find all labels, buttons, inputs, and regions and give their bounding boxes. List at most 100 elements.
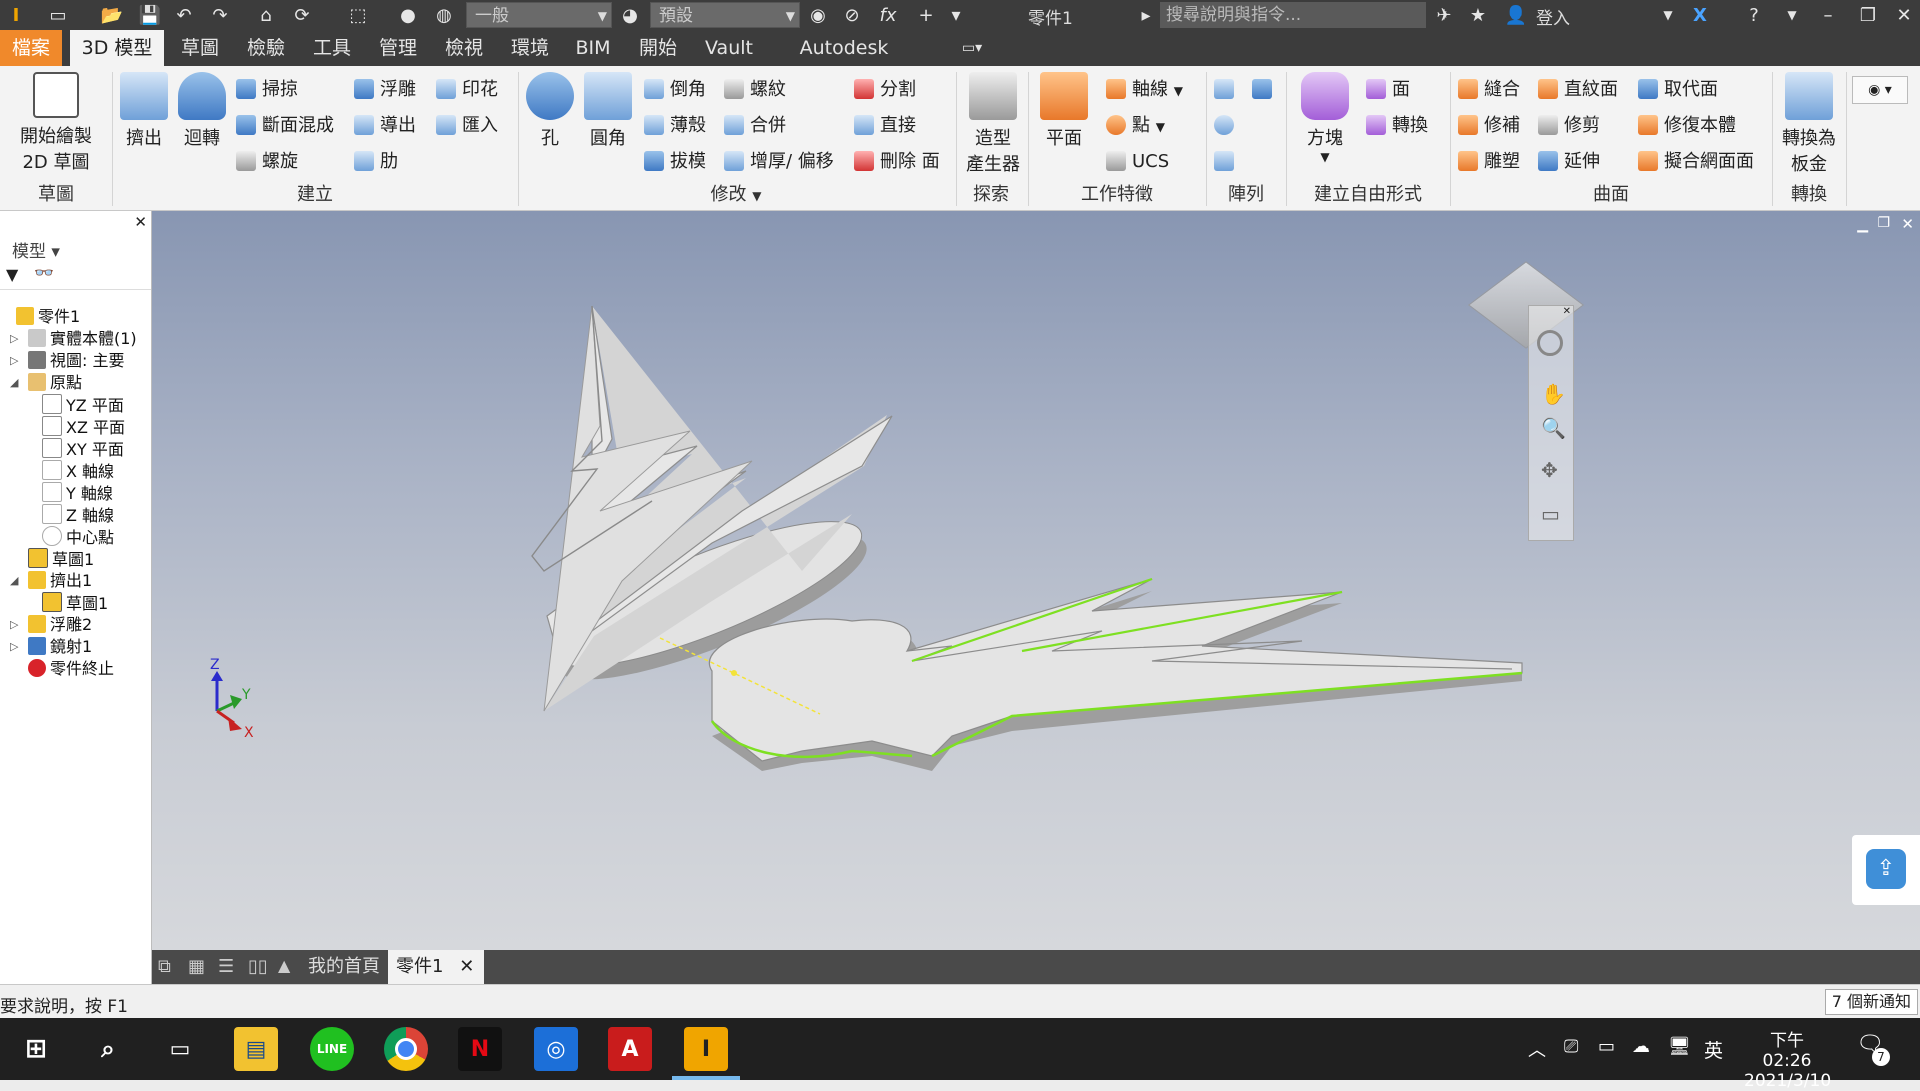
expand-arrow-icon[interactable]: ▷: [10, 618, 18, 631]
repair-bodies-button[interactable]: 修復本體: [1638, 112, 1736, 140]
sweep-button[interactable]: 掃掠: [236, 76, 298, 104]
thread-button[interactable]: 螺紋: [724, 76, 786, 104]
restore-icon[interactable]: ❐: [1856, 3, 1880, 27]
tile-horizontal-icon[interactable]: ☰: [218, 956, 234, 977]
update-icon[interactable]: ⟳: [290, 3, 314, 27]
sketch-pattern-button[interactable]: [1214, 148, 1240, 176]
start-2d-sketch-button[interactable]: 開始繪製 2D 草圖: [10, 72, 102, 174]
plane-button[interactable]: 平面: [1034, 72, 1094, 150]
inventor-logo-icon[interactable]: I: [4, 3, 28, 27]
clear-appearance-icon[interactable]: ⊘: [840, 3, 864, 27]
user-icon[interactable]: 👤: [1504, 3, 1528, 27]
appearance-color-icon[interactable]: ◕: [618, 3, 642, 27]
pan-hand-icon[interactable]: ✋: [1541, 382, 1566, 406]
meet-now-icon[interactable]: ⎚: [1564, 1036, 1578, 1057]
search-icon[interactable]: ⌕: [86, 1027, 130, 1071]
search-input[interactable]: 搜尋說明與指令...: [1160, 2, 1426, 28]
tree-item-y-axis[interactable]: Y 軸線: [42, 482, 113, 504]
show-hidden-icons-icon[interactable]: ︿: [1528, 1036, 1546, 1062]
split-button[interactable]: 分割: [854, 76, 916, 104]
stitch-button[interactable]: 縫合: [1458, 76, 1520, 104]
viewport-minimize-icon[interactable]: ▁: [1857, 217, 1868, 233]
style-combo[interactable]: 一般 ▼: [466, 2, 612, 28]
tab-a360[interactable]: Autodesk A360: [776, 30, 912, 95]
fx-parameters-icon[interactable]: fx: [876, 3, 900, 27]
notifications-badge[interactable]: 7 個新通知: [1824, 989, 1918, 1015]
undo-icon[interactable]: ↶: [172, 3, 196, 27]
combine-button[interactable]: 合併: [724, 112, 786, 140]
tree-item-x-axis[interactable]: X 軸線: [42, 460, 114, 482]
tree-item-solid-bodies[interactable]: 實體本體(1): [28, 328, 137, 350]
plus-icon[interactable]: +: [914, 3, 938, 27]
axis-button[interactable]: 軸線 ▼: [1106, 76, 1183, 104]
thicken-offset-button[interactable]: 增厚/ 偏移: [724, 148, 834, 176]
appearance-combo[interactable]: 預設 ▼: [650, 2, 800, 28]
tab-get-started[interactable]: 開始: [628, 30, 688, 66]
tab-bim[interactable]: BIM: [566, 30, 620, 66]
chamfer-button[interactable]: 倒角: [644, 76, 706, 104]
look-at-icon[interactable]: ▭: [1541, 502, 1560, 526]
save-icon[interactable]: 💾: [138, 3, 162, 27]
circular-pattern-button[interactable]: [1214, 112, 1240, 140]
expand-arrow-icon[interactable]: ▷: [10, 354, 18, 367]
tab-file[interactable]: 檔案: [0, 30, 62, 66]
tile-windows-icon[interactable]: ▦: [188, 956, 205, 977]
revolve-button[interactable]: 迴轉: [174, 72, 230, 150]
tab-tools[interactable]: 工具: [302, 30, 362, 66]
netflix-icon[interactable]: N: [458, 1027, 502, 1071]
tree-item-view[interactable]: 視圖: 主要: [28, 350, 124, 372]
tab-view[interactable]: 檢視: [434, 30, 494, 66]
import-button[interactable]: 匯入: [436, 112, 498, 140]
search-arrow-icon[interactable]: ▸: [1134, 3, 1158, 27]
camera-app-icon[interactable]: ◎: [534, 1027, 578, 1071]
windows-start-icon[interactable]: ⊞: [14, 1027, 58, 1071]
material-globe-icon[interactable]: ◍: [432, 3, 456, 27]
tab-close-icon[interactable]: ✕: [459, 956, 474, 977]
expand-arrow-icon[interactable]: ▷: [10, 332, 18, 345]
tab-part1[interactable]: 零件1 ✕: [388, 950, 484, 984]
ucs-button[interactable]: UCS: [1106, 148, 1169, 176]
collapse-arrow-icon[interactable]: ◢: [10, 574, 18, 587]
tree-item-center-point[interactable]: 中心點: [42, 526, 114, 548]
rectangular-pattern-button[interactable]: [1214, 76, 1240, 104]
loft-button[interactable]: 斷面混成: [236, 112, 334, 140]
tree-item-sketch1[interactable]: 草圖1: [28, 548, 94, 570]
login-dropdown-icon[interactable]: ▼: [1656, 3, 1680, 27]
onedrive-icon[interactable]: ☁: [1632, 1036, 1650, 1057]
doc-list-arrow-icon[interactable]: ▲: [278, 956, 290, 975]
home-icon[interactable]: ⌂: [254, 3, 278, 27]
tab-3d-model[interactable]: 3D 模型: [70, 30, 164, 66]
help-dropdown-icon[interactable]: ▼: [1780, 3, 1804, 27]
favorites-star-icon[interactable]: ★: [1466, 3, 1490, 27]
navbar-close-icon[interactable]: ✕: [1563, 306, 1571, 317]
tab-manage[interactable]: 管理: [368, 30, 428, 66]
tree-item-xy-plane[interactable]: XY 平面: [42, 438, 124, 460]
shell-button[interactable]: 薄殼: [644, 112, 706, 140]
trim-button[interactable]: 修剪: [1538, 112, 1600, 140]
select-icon[interactable]: ⬚: [346, 3, 370, 27]
direct-edit-button[interactable]: 直接: [854, 112, 916, 140]
steering-wheel-icon[interactable]: [1537, 330, 1563, 356]
mirror-button[interactable]: [1252, 76, 1278, 104]
tab-sketch[interactable]: 草圖: [170, 30, 230, 66]
orbit-icon[interactable]: ✥: [1541, 458, 1558, 482]
point-button[interactable]: 點 ▼: [1106, 112, 1165, 140]
line-app-icon[interactable]: LINE: [310, 1027, 354, 1071]
satellite-icon[interactable]: ✈: [1432, 3, 1456, 27]
cascade-windows-icon[interactable]: ⧉: [158, 956, 171, 977]
help-icon[interactable]: ?: [1742, 3, 1766, 27]
tree-item-emboss2[interactable]: 浮雕2: [28, 614, 92, 636]
network-icon[interactable]: 🖥: [1668, 1036, 1691, 1057]
autocad-icon[interactable]: A: [608, 1027, 652, 1071]
patch-button[interactable]: 修補: [1458, 112, 1520, 140]
coil-button[interactable]: 螺旋: [236, 148, 298, 176]
ribbon-options-dropdown[interactable]: ◉ ▾: [1852, 76, 1908, 104]
tab-inspect[interactable]: 檢驗: [236, 30, 296, 66]
ruled-surface-button[interactable]: 直紋面: [1538, 76, 1618, 104]
share-button[interactable]: ⇪: [1852, 835, 1920, 905]
delete-face-button[interactable]: 刪除 面: [854, 148, 940, 176]
extrude-button[interactable]: 擠出: [116, 72, 172, 150]
tree-item-yz-plane[interactable]: YZ 平面: [42, 394, 124, 416]
adjust-appearance-icon[interactable]: ◉: [806, 3, 830, 27]
tree-item-end-of-part[interactable]: 零件終止: [28, 658, 114, 680]
